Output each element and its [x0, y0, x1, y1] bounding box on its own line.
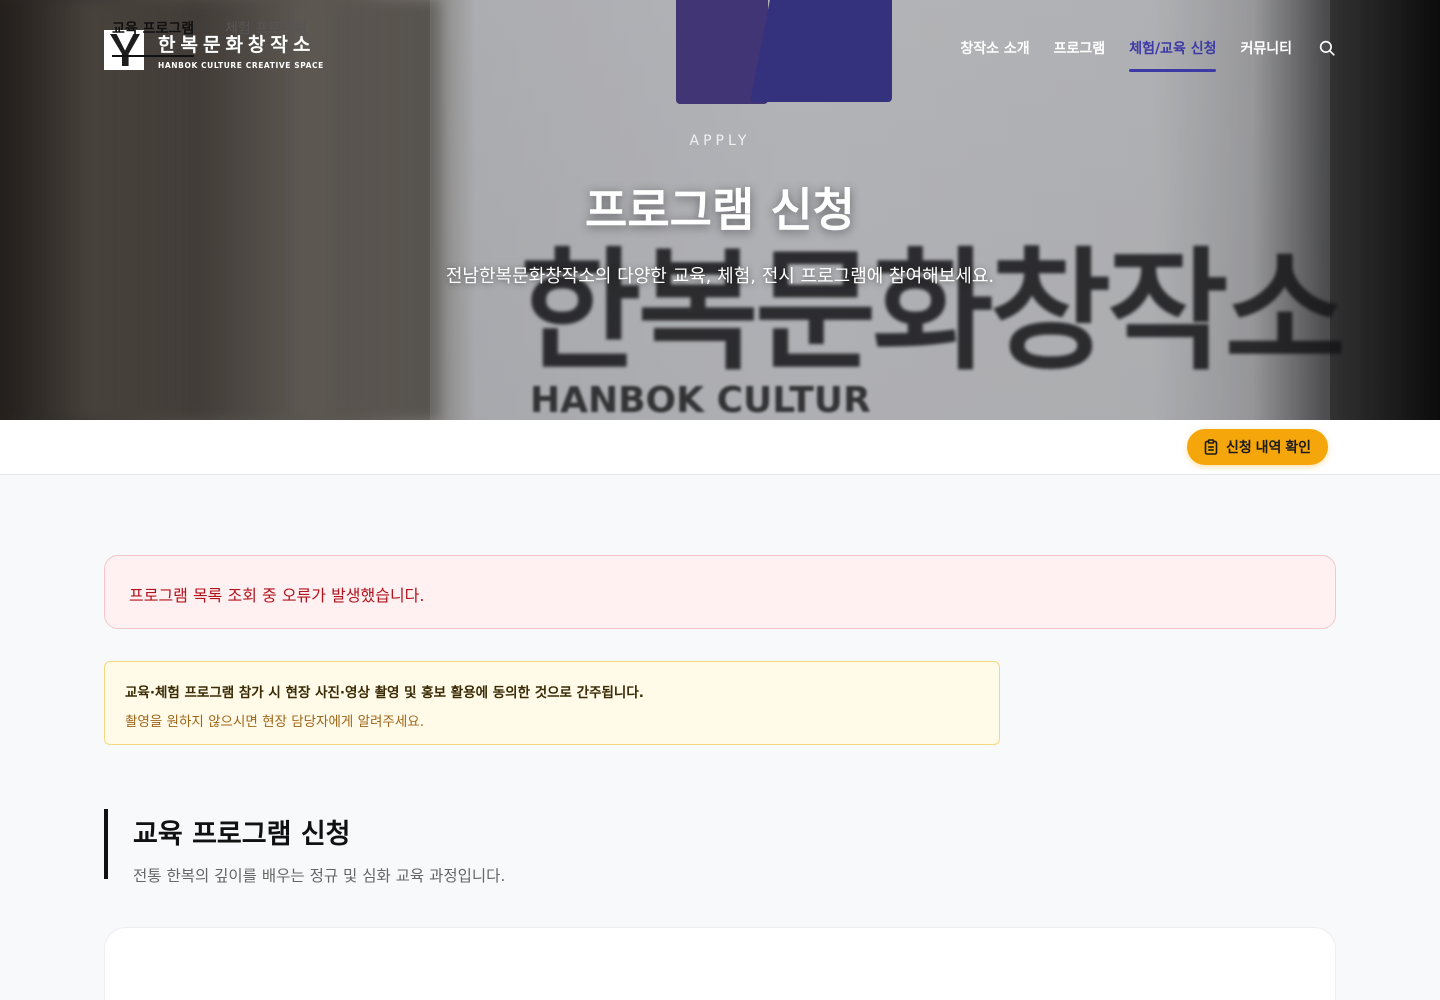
program-list-card: [104, 927, 1336, 1000]
tab-education[interactable]: 교육 프로그램: [112, 18, 195, 57]
search-icon[interactable]: [1318, 39, 1336, 57]
notice-title: 교육·체험 프로그램 참가 시 현장 사진·영상 촬영 및 홍보 활용에 동의한…: [125, 685, 644, 701]
section-description: 전통 한복의 깊이를 배우는 정규 및 심화 교육 과정입니다.: [133, 867, 506, 885]
nav-item-about[interactable]: 창작소 소개: [960, 38, 1029, 72]
nav-item-programs[interactable]: 프로그램: [1054, 38, 1106, 72]
logo-subtitle: HANBOK CULTURE CREATIVE SPACE: [158, 61, 324, 70]
notice-detail: 촬영을 원하지 않으시면 현장 담당자에게 알려주세요.: [125, 714, 424, 730]
tab-experience[interactable]: 체험 프로그램: [225, 18, 307, 55]
photo-consent-notice: 교육·체험 프로그램 참가 시 현장 사진·영상 촬영 및 홍보 활용에 동의한…: [104, 661, 1000, 745]
section-title: 교육 프로그램 신청: [133, 819, 351, 850]
error-alert: 프로그램 목록 조회 중 오류가 발생했습니다.: [104, 555, 1336, 629]
page-title: 프로그램 신청: [585, 183, 855, 237]
main-nav: 창작소 소개 프로그램 체험/교육 신청 커뮤니티: [960, 38, 1336, 72]
hero-eyebrow: APPLY: [689, 133, 751, 149]
nav-item-community[interactable]: 커뮤니티: [1240, 38, 1292, 72]
clipboard-icon: [1204, 439, 1218, 455]
check-application-label: 신청 내역 확인: [1225, 439, 1312, 455]
error-message: 프로그램 목록 조회 중 오류가 발생했습니다.: [129, 586, 425, 605]
check-application-button[interactable]: 신청 내역 확인: [1187, 429, 1328, 465]
section-header: 교육 프로그램 신청 전통 한복의 깊이를 배우는 정규 및 심화 교육 과정입…: [104, 809, 505, 885]
nav-item-apply[interactable]: 체험/교육 신청: [1129, 38, 1217, 72]
hero-subtitle: 전남한복문화창작소의 다양한 교육, 체험, 전시 프로그램에 참여해보세요.: [445, 266, 995, 287]
